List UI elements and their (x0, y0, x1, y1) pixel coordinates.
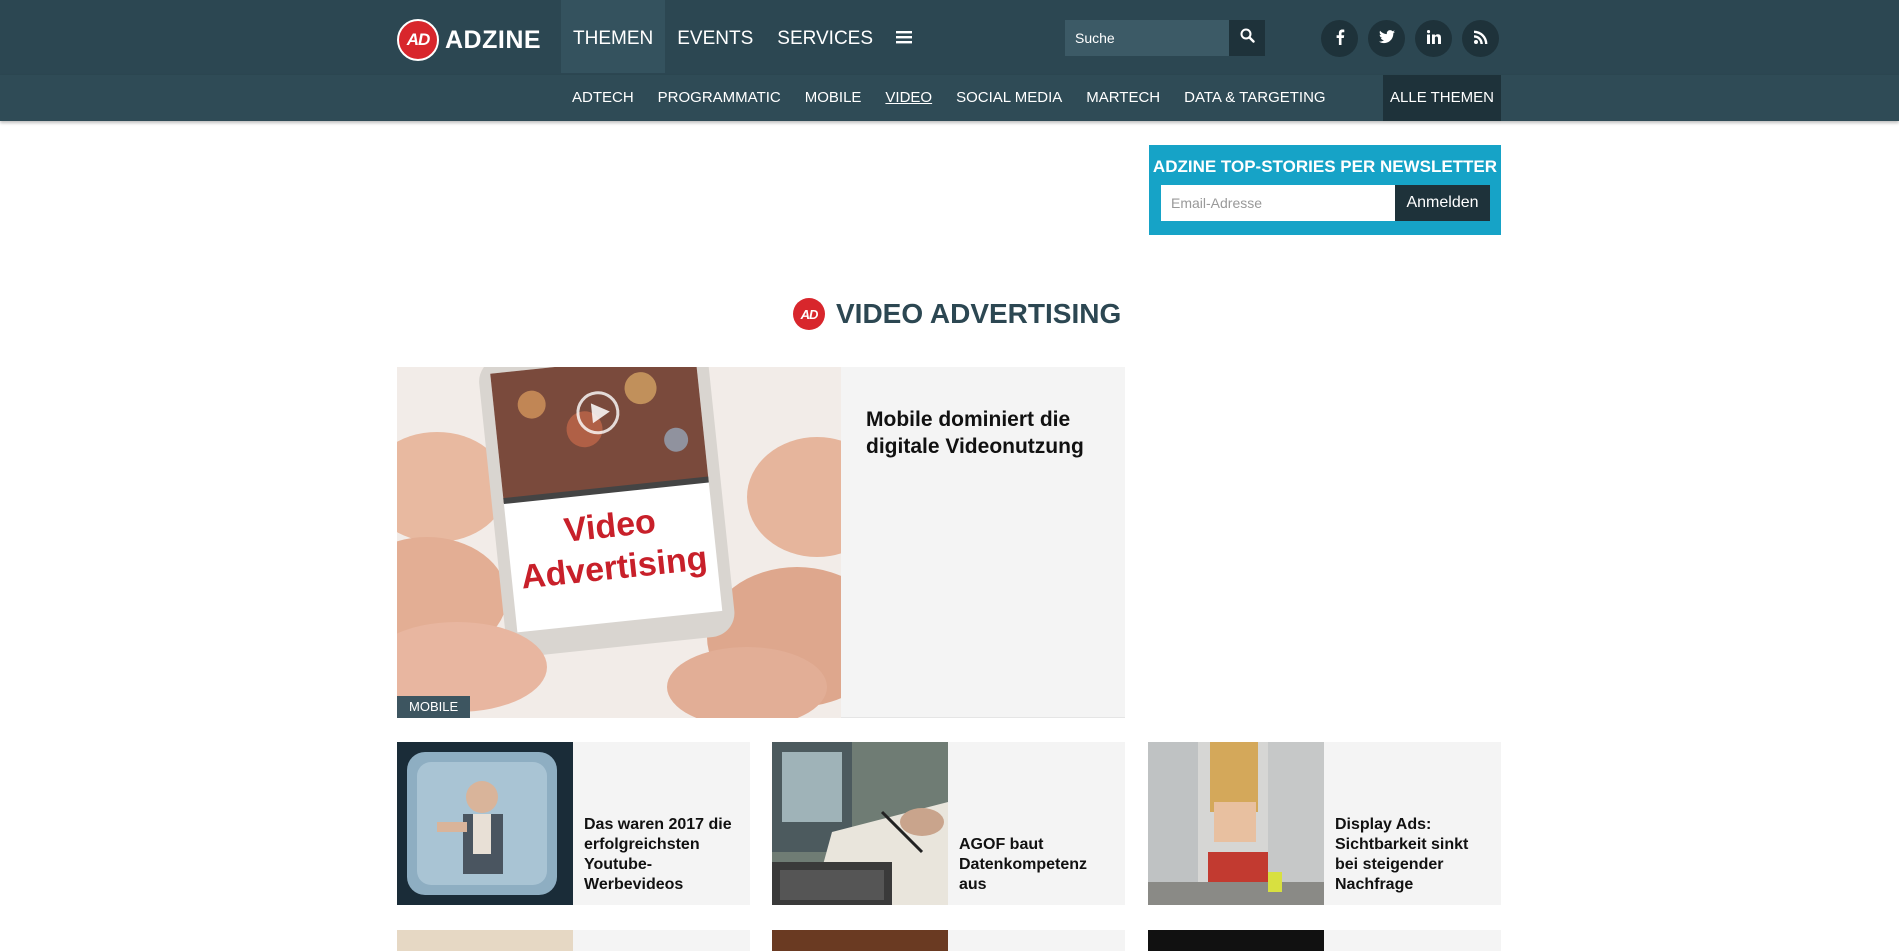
newsletter-box: ADZINE TOP-STORIES PER NEWSLETTER Anmeld… (1149, 145, 1501, 235)
article-thumbnail[interactable] (397, 742, 573, 905)
linkedin-button[interactable] (1415, 20, 1452, 57)
newsletter-title: ADZINE TOP-STORIES PER NEWSLETTER (1152, 157, 1498, 176)
newsletter-form: Anmelden (1161, 185, 1490, 221)
topic-nav: ADTECH PROGRAMMATIC MOBILE VIDEO SOCIAL … (560, 75, 1338, 121)
article-thumbnail[interactable] (772, 930, 948, 951)
article-title[interactable]: AGOF baut Datenkompetenz aus (959, 835, 1115, 895)
twitter-icon (1378, 29, 1395, 48)
article-thumbnail[interactable] (772, 742, 948, 905)
nav-themen[interactable]: THEMEN (561, 0, 666, 73)
facebook-button[interactable] (1321, 20, 1358, 57)
logo-mark: AD (397, 19, 439, 61)
article-thumbnail[interactable] (1148, 742, 1324, 905)
search-icon (1240, 28, 1255, 48)
article-card[interactable] (772, 930, 1125, 951)
subscribe-button[interactable]: Anmelden (1395, 185, 1490, 221)
search-button[interactable] (1229, 20, 1265, 56)
topic-data-targeting[interactable]: DATA & TARGETING (1172, 75, 1337, 121)
nav-events[interactable]: EVENTS (665, 0, 765, 73)
section-title: VIDEO ADVERTISING (836, 298, 1122, 329)
facebook-icon (1335, 29, 1345, 49)
article-card[interactable]: Display Ads: Sichtbarkeit sinkt bei stei… (1148, 742, 1501, 905)
topic-adtech[interactable]: ADTECH (560, 75, 646, 121)
search-box (1065, 20, 1265, 56)
site-logo[interactable]: AD ADZINE (397, 19, 541, 61)
category-tag[interactable]: MOBILE (397, 696, 471, 718)
linkedin-icon (1426, 29, 1441, 48)
rss-icon (1473, 30, 1488, 48)
article-card[interactable] (397, 930, 750, 951)
section-logo-icon: AD (793, 298, 825, 330)
all-topics-button[interactable]: ALLE THEMEN (1383, 75, 1501, 121)
topic-video[interactable]: VIDEO (873, 75, 944, 121)
article-card[interactable]: Das waren 2017 die erfolgreichsten Youtu… (397, 742, 750, 905)
search-input[interactable] (1065, 20, 1229, 56)
topic-social-media[interactable]: SOCIAL MEDIA (944, 75, 1074, 121)
featured-image[interactable]: Video Advertising MOBILE (397, 367, 841, 718)
topic-programmatic[interactable]: PROGRAMMATIC (646, 75, 793, 121)
topic-mobile[interactable]: MOBILE (793, 75, 874, 121)
main-nav: THEMEN EVENTS SERVICES (561, 0, 923, 73)
article-title[interactable]: Display Ads: Sichtbarkeit sinkt bei stei… (1335, 815, 1491, 895)
article-card[interactable]: AGOF baut Datenkompetenz aus (772, 742, 1125, 905)
section-heading: AD VIDEO ADVERTISING (793, 298, 1121, 330)
top-header: AD ADZINE THEMEN EVENTS SERVICES (0, 0, 1899, 75)
email-field[interactable] (1161, 185, 1395, 221)
topic-nav-bar: ADTECH PROGRAMMATIC MOBILE VIDEO SOCIAL … (0, 75, 1899, 121)
article-title[interactable]: Das waren 2017 die erfolgreichsten Youtu… (584, 815, 740, 895)
rss-button[interactable] (1462, 20, 1499, 57)
featured-article[interactable]: Video Advertising MOBILE Mobile dominier… (397, 367, 1125, 718)
logo-text: ADZINE (445, 25, 542, 54)
nav-services[interactable]: SERVICES (765, 0, 885, 73)
social-links (1321, 20, 1499, 57)
twitter-button[interactable] (1368, 20, 1405, 57)
article-card[interactable] (1148, 930, 1501, 951)
topic-martech[interactable]: MARTECH (1074, 75, 1172, 121)
article-thumbnail[interactable] (397, 930, 573, 951)
article-thumbnail[interactable] (1148, 930, 1324, 951)
featured-title[interactable]: Mobile dominiert die digitale Videonutzu… (866, 406, 1096, 460)
menu-icon[interactable] (885, 0, 923, 73)
